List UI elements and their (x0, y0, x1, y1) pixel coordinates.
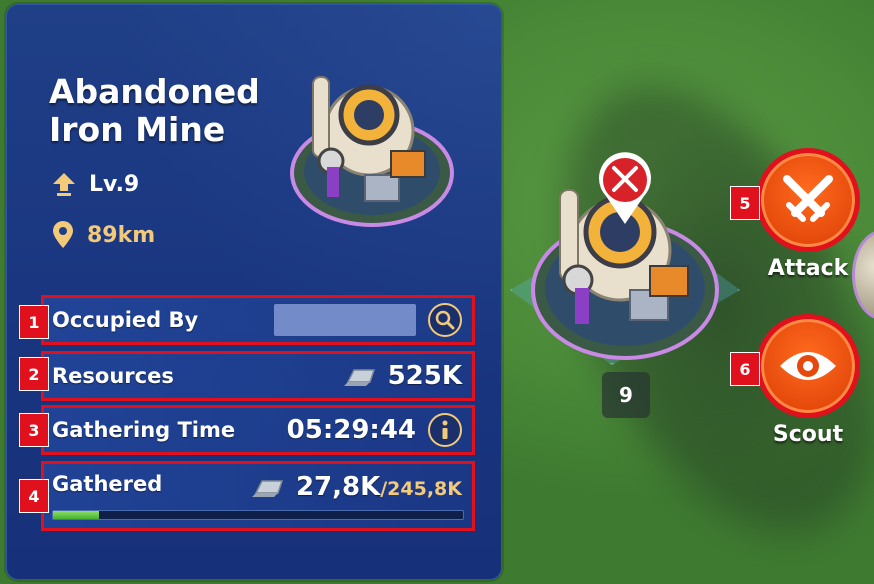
iron-mine-building-icon (290, 76, 454, 227)
info-icon (442, 420, 448, 439)
resources-value: 525K (387, 361, 462, 391)
resources-label: Resources (52, 364, 174, 388)
building-title-line1: Abandoned (49, 72, 260, 111)
scout-label: Scout (772, 422, 844, 447)
callout-badge-4: 4 (19, 479, 49, 513)
distance-value: 89km (87, 222, 156, 248)
callout-badge-1: 1 (19, 305, 49, 339)
building-title-line2: Iron Mine (49, 110, 226, 149)
gathered-row: Gathered 27,8K/245,8K (41, 461, 475, 531)
iron-ingot-icon (343, 369, 375, 386)
building-info-panel: Abandoned Iron Mine Lv.9 89km Occupied B… (6, 4, 502, 580)
search-occupant-button[interactable] (428, 303, 462, 337)
gathering-time-label: Gathering Time (52, 418, 236, 442)
crossed-swords-icon (783, 175, 833, 222)
gathering-info-button[interactable] (428, 413, 462, 447)
upgrade-arrow-icon (51, 171, 77, 197)
gathered-label: Gathered (52, 472, 163, 496)
callout-badge-3: 3 (19, 413, 49, 447)
building-level: Lv.9 (89, 171, 140, 197)
location-pin-icon (51, 221, 75, 249)
building-title: Abandoned Iron Mine (49, 73, 289, 149)
attack-label: Attack (767, 256, 849, 281)
gathering-time-row: Gathering Time 05:29:44 (41, 405, 475, 455)
eye-icon (780, 352, 836, 380)
callout-badge-2: 2 (19, 357, 49, 391)
gathered-total: /245,8K (380, 478, 462, 500)
attack-button[interactable] (756, 148, 860, 252)
gathering-time-value: 05:29:44 (286, 415, 416, 445)
scout-button[interactable] (756, 314, 860, 418)
occupied-by-label: Occupied By (52, 308, 199, 332)
gathered-value: 27,8K (295, 472, 381, 502)
resources-row: Resources 525K (41, 351, 475, 401)
iron-ingot-icon (251, 480, 283, 497)
occupant-name-field (274, 304, 416, 336)
gathered-progress-fill (53, 511, 100, 519)
distance-row: 89km (51, 221, 155, 249)
search-icon (435, 310, 455, 330)
callout-badge-6: 6 (730, 352, 760, 386)
occupied-by-row: Occupied By (41, 295, 475, 345)
attack-target-marker-icon (599, 152, 651, 224)
callout-badge-5: 5 (730, 186, 760, 220)
building-level-row: Lv.9 (51, 171, 139, 197)
gathered-progress-bar (52, 510, 464, 520)
map-building-level: 9 (602, 372, 650, 418)
